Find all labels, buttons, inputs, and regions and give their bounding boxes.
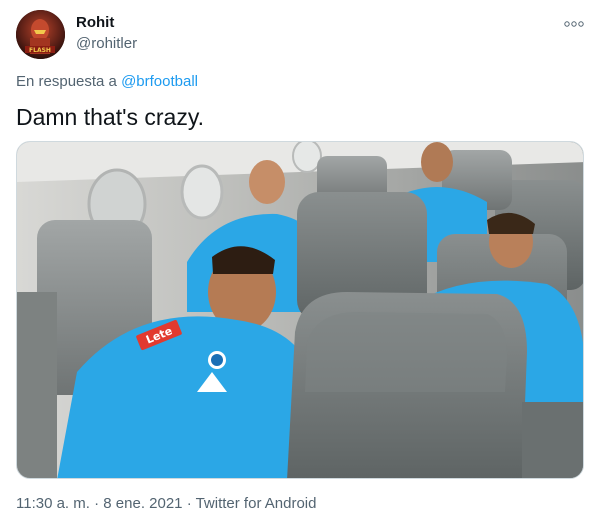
svg-text:FLASH: FLASH	[29, 47, 51, 54]
reply-mention-link[interactable]: @brfootball	[121, 73, 198, 90]
meta-separator: ·	[89, 495, 104, 512]
photo-of-players-sleeping-on-plane: Lete Lete	[17, 142, 583, 478]
avatar[interactable]: FLASH	[16, 10, 65, 59]
tweet-text: Damn that's crazy.	[16, 104, 205, 130]
more-options-button[interactable]	[564, 16, 584, 27]
reply-prefix: En respuesta a	[16, 73, 122, 90]
tweet-source: Twitter for Android	[195, 495, 317, 512]
tweet-time[interactable]: 11:30 a. m.	[16, 495, 90, 512]
tweet-date[interactable]: 8 ene. 2021	[103, 495, 182, 512]
author-handle[interactable]: @rohitler	[76, 35, 137, 53]
reply-context: En respuesta a @brfootball	[16, 73, 198, 91]
avatar-image: FLASH	[16, 10, 65, 59]
tweet: FLASH Rohit @rohitler En respuesta a @br…	[0, 0, 600, 525]
tweet-meta: 11:30 a. m. · 8 ene. 2021 · Twitter for …	[16, 495, 316, 513]
author-name[interactable]: Rohit	[76, 14, 114, 32]
more-options-icon	[564, 21, 584, 27]
meta-separator: ·	[182, 495, 196, 512]
tweet-media[interactable]: Lete Lete	[16, 141, 584, 479]
